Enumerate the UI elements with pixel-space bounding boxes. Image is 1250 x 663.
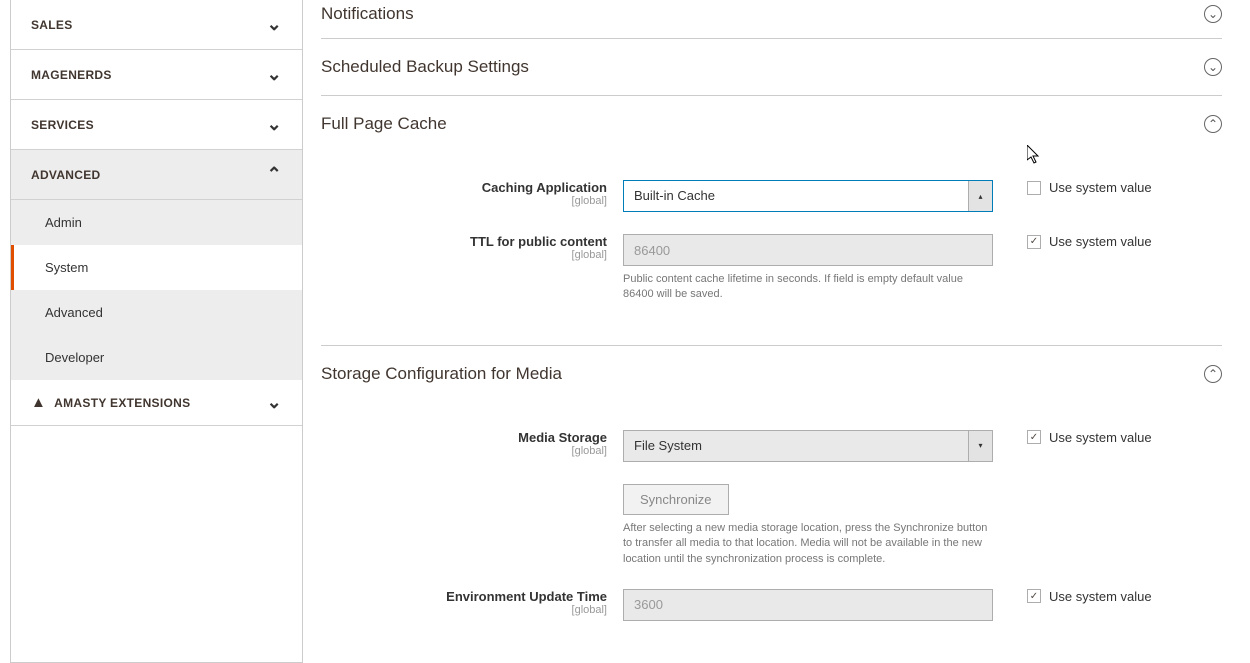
field-hint: After selecting a new media storage loca… — [623, 521, 993, 567]
section-scheduled-backup: Scheduled Backup Settings ⌄ — [321, 39, 1222, 96]
field-label-col: Environment Update Time [global] — [321, 589, 623, 616]
use-system-checkbox[interactable] — [1027, 181, 1041, 195]
field-ttl: TTL for public content [global] Public c… — [321, 234, 1222, 303]
sidebar-sub-system[interactable]: System — [11, 245, 302, 290]
section-full-page-cache-header[interactable]: Full Page Cache ⌃ — [321, 96, 1222, 152]
field-control: Synchronize After selecting a new media … — [623, 484, 993, 567]
field-label: Media Storage — [321, 430, 607, 445]
field-control: File System ▾ — [623, 430, 993, 462]
sidebar-item-advanced[interactable]: ADVANCED ⌃ — [11, 150, 302, 200]
select-value: File System — [624, 431, 968, 461]
chevron-down-icon: ⌄ — [267, 14, 282, 35]
field-synchronize: Synchronize After selecting a new media … — [321, 484, 1222, 567]
synchronize-button[interactable]: Synchronize — [623, 484, 729, 515]
use-system-checkbox[interactable] — [1027, 589, 1041, 603]
field-scope: [global] — [321, 195, 607, 207]
chevron-down-icon: ⌄ — [267, 392, 282, 413]
section-scheduled-backup-header[interactable]: Scheduled Backup Settings ⌄ — [321, 39, 1222, 95]
expand-icon[interactable]: ⌄ — [1204, 5, 1222, 23]
field-control: Public content cache lifetime in seconds… — [623, 234, 993, 303]
section-title: Scheduled Backup Settings — [321, 57, 529, 77]
chevron-down-icon: ▾ — [968, 431, 992, 461]
sidebar-item-label: AMASTY EXTENSIONS — [54, 396, 190, 410]
field-extra: Use system value — [993, 234, 1152, 249]
chevron-down-icon: ⌄ — [267, 64, 282, 85]
section-body: Caching Application [global] Built-in Ca… — [321, 152, 1222, 345]
select-value: Built-in Cache — [624, 181, 968, 211]
chevron-down-icon: ⌄ — [267, 114, 282, 135]
section-title: Full Page Cache — [321, 114, 447, 134]
sidebar-item-label: MAGENERDS — [31, 68, 112, 82]
use-system-label: Use system value — [1049, 589, 1152, 604]
caching-application-select[interactable]: Built-in Cache ▴ — [623, 180, 993, 212]
sidebar-item-label: SERVICES — [31, 118, 94, 132]
field-scope: [global] — [321, 604, 607, 616]
section-title: Notifications — [321, 4, 414, 24]
ttl-input[interactable] — [623, 234, 993, 266]
section-storage: Storage Configuration for Media ⌃ Media … — [321, 346, 1222, 663]
field-control: Built-in Cache ▴ — [623, 180, 993, 212]
env-update-input[interactable] — [623, 589, 993, 621]
sidebar-item-amasty[interactable]: ▲ AMASTY EXTENSIONS ⌄ — [11, 380, 302, 426]
field-label-col: Caching Application [global] — [321, 180, 623, 207]
field-extra: Use system value — [993, 589, 1152, 604]
field-control — [623, 589, 993, 621]
sidebar-sub-admin[interactable]: Admin — [11, 200, 302, 245]
field-extra: Use system value — [993, 180, 1152, 195]
section-title: Storage Configuration for Media — [321, 364, 562, 384]
sidebar-sub-items: Admin System Advanced Developer — [11, 200, 302, 380]
media-storage-select[interactable]: File System ▾ — [623, 430, 993, 462]
sidebar: SALES ⌄ MAGENERDS ⌄ SERVICES ⌄ ADVANCED … — [10, 0, 303, 663]
chevron-up-icon: ▴ — [968, 181, 992, 211]
sidebar-item-label: SALES — [31, 18, 73, 32]
field-label-col: TTL for public content [global] — [321, 234, 623, 261]
collapse-icon[interactable]: ⌃ — [1204, 365, 1222, 383]
field-caching-application: Caching Application [global] Built-in Ca… — [321, 180, 1222, 212]
sidebar-sub-advanced[interactable]: Advanced — [11, 290, 302, 335]
field-extra: Use system value — [993, 430, 1152, 445]
field-env-update: Environment Update Time [global] Use sys… — [321, 589, 1222, 621]
amasty-icon: ▲ — [31, 394, 46, 411]
use-system-checkbox[interactable] — [1027, 235, 1041, 249]
field-hint: Public content cache lifetime in seconds… — [623, 272, 993, 303]
use-system-checkbox[interactable] — [1027, 430, 1041, 444]
sidebar-sub-developer[interactable]: Developer — [11, 335, 302, 380]
field-scope: [global] — [321, 249, 607, 261]
use-system-label: Use system value — [1049, 430, 1152, 445]
field-scope: [global] — [321, 445, 607, 457]
use-system-label: Use system value — [1049, 180, 1152, 195]
collapse-icon[interactable]: ⌃ — [1204, 115, 1222, 133]
field-label: TTL for public content — [321, 234, 607, 249]
sidebar-item-services[interactable]: SERVICES ⌄ — [11, 100, 302, 150]
section-body: Media Storage [global] File System ▾ Use… — [321, 402, 1222, 663]
field-label: Environment Update Time — [321, 589, 607, 604]
field-label: Caching Application — [321, 180, 607, 195]
use-system-label: Use system value — [1049, 234, 1152, 249]
main-content: Notifications ⌄ Scheduled Backup Setting… — [303, 0, 1240, 663]
sidebar-item-magenerds[interactable]: MAGENERDS ⌄ — [11, 50, 302, 100]
chevron-up-icon: ⌃ — [267, 164, 282, 185]
sidebar-item-label: ADVANCED — [31, 168, 101, 182]
expand-icon[interactable]: ⌄ — [1204, 58, 1222, 76]
section-full-page-cache: Full Page Cache ⌃ Caching Application [g… — [321, 96, 1222, 346]
section-storage-header[interactable]: Storage Configuration for Media ⌃ — [321, 346, 1222, 402]
section-notifications-header[interactable]: Notifications ⌄ — [321, 0, 1222, 39]
field-media-storage: Media Storage [global] File System ▾ Use… — [321, 430, 1222, 462]
field-label-col: Media Storage [global] — [321, 430, 623, 457]
sidebar-item-sales[interactable]: SALES ⌄ — [11, 0, 302, 50]
